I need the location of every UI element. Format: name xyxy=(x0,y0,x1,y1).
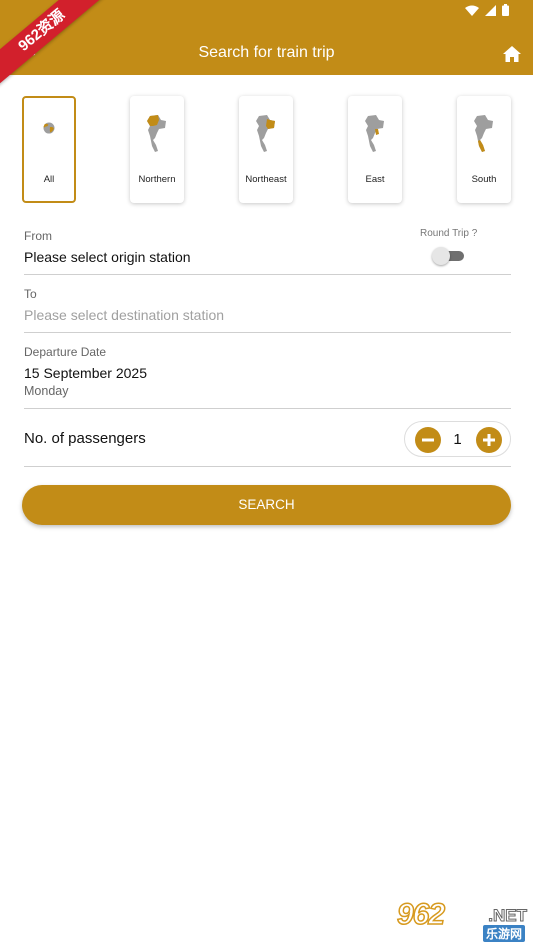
region-card-east[interactable]: East xyxy=(348,96,402,203)
departure-day: Monday xyxy=(24,384,69,398)
toggle-thumb xyxy=(432,247,450,265)
destination-station-field[interactable]: Please select destination station xyxy=(24,307,224,323)
region-label: South xyxy=(471,174,497,185)
region-card-south[interactable]: South xyxy=(457,96,511,203)
increase-passengers-button[interactable] xyxy=(476,427,502,453)
globe-icon xyxy=(43,122,55,134)
region-selector: All Northern Northeast East South xyxy=(22,96,512,204)
region-label: Northern xyxy=(138,174,176,185)
divider xyxy=(24,274,511,275)
status-bar xyxy=(465,4,509,16)
watermark-logo: 962 .NET 乐游网 xyxy=(396,897,528,942)
passenger-stepper: 1 xyxy=(404,421,511,457)
battery-icon xyxy=(502,4,509,16)
home-icon[interactable] xyxy=(503,46,521,62)
thailand-east-map-icon xyxy=(365,115,384,152)
region-label: All xyxy=(43,174,55,185)
region-label: East xyxy=(365,174,385,185)
divider xyxy=(24,466,511,467)
thailand-south-map-icon xyxy=(474,115,493,152)
thailand-north-map-icon xyxy=(147,115,166,152)
region-label: Northeast xyxy=(245,174,287,185)
search-button[interactable]: SEARCH xyxy=(22,485,511,525)
signal-icon xyxy=(485,4,496,16)
round-trip-label: Round Trip ? xyxy=(420,228,478,239)
watermark-logo-sub: 乐游网 xyxy=(482,925,525,942)
from-label: From xyxy=(24,229,52,243)
wifi-icon xyxy=(465,5,479,16)
region-card-northern[interactable]: Northern xyxy=(130,96,184,203)
divider xyxy=(24,332,511,333)
page-title: Search for train trip xyxy=(198,44,335,61)
thailand-northeast-map-icon xyxy=(256,115,275,152)
region-card-northeast[interactable]: Northeast xyxy=(239,96,293,203)
departure-date-label: Departure Date xyxy=(24,345,107,359)
watermark-logo-number: 962 xyxy=(396,897,446,932)
watermark-logo-suffix: .NET xyxy=(488,906,528,926)
to-label: To xyxy=(24,287,37,301)
divider xyxy=(24,408,511,409)
origin-station-field[interactable]: Please select origin station xyxy=(24,249,191,265)
passengers-label: No. of passengers xyxy=(24,430,146,447)
region-card-all[interactable]: All xyxy=(22,96,76,203)
round-trip-toggle[interactable] xyxy=(432,247,464,265)
plus-icon xyxy=(483,434,495,446)
departure-date-field[interactable]: 15 September 2025 xyxy=(24,365,147,381)
